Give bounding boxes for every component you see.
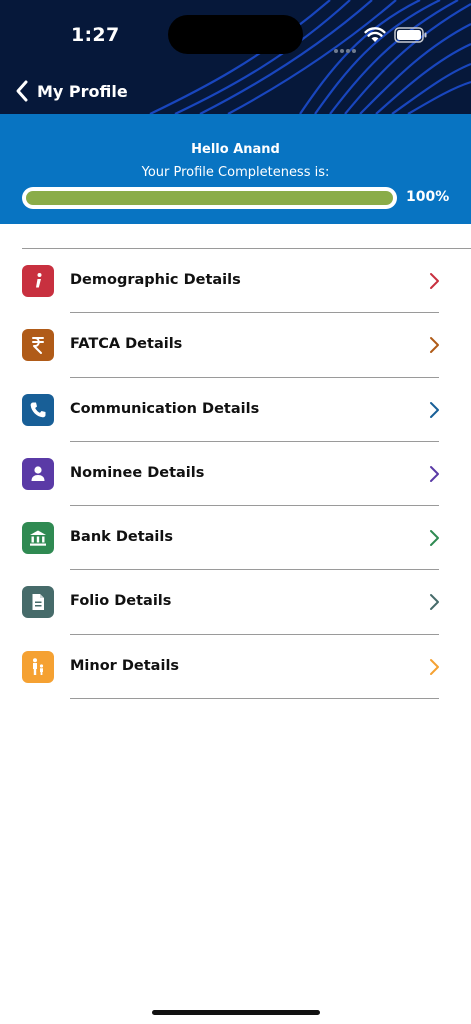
battery-icon: [394, 27, 427, 43]
chevron-right-icon: [430, 401, 439, 418]
menu-item-label: Communication Details: [70, 400, 260, 417]
profile-completeness-banner: Hello Anand Your Profile Completeness is…: [0, 114, 471, 224]
wifi-icon: [364, 27, 386, 42]
chevron-right-icon: [430, 594, 439, 611]
info-icon: [22, 265, 54, 297]
completeness-caption: Your Profile Completeness is:: [141, 165, 330, 180]
completeness-progress-fill: [26, 191, 393, 205]
cellular-signal-icon: [334, 38, 358, 53]
chevron-left-icon: [16, 80, 28, 102]
profile-section-list: Demographic Details FATCA Details Communic…: [0, 249, 471, 700]
person-icon: [22, 457, 54, 490]
parent-child-icon: [22, 650, 54, 683]
menu-item-label: Bank Details: [70, 529, 174, 546]
menu-item-label: Demographic Details: [70, 272, 241, 288]
document-icon: [22, 586, 54, 619]
menu-item-label: Minor Details: [70, 657, 180, 674]
chevron-right-icon: [430, 658, 439, 675]
chevron-right-icon: [430, 465, 439, 482]
dynamic-island: [168, 15, 303, 54]
menu-item-bank-details[interactable]: Bank Details: [0, 506, 471, 571]
status-time: 1:27: [71, 24, 120, 46]
home-indicator: [152, 1010, 320, 1015]
menu-item-label: Nominee Details: [70, 464, 205, 481]
bank-icon: [22, 522, 54, 555]
chevron-right-icon: [430, 273, 439, 289]
greeting-text: Hello Anand: [191, 142, 280, 157]
menu-item-folio-details[interactable]: Folio Details: [0, 570, 471, 635]
row-divider: [70, 698, 439, 700]
rupee-icon: [22, 329, 54, 362]
menu-item-label: Folio Details: [70, 593, 172, 610]
chevron-right-icon: [430, 530, 439, 547]
menu-item-minor-details[interactable]: Minor Details: [0, 635, 471, 700]
chevron-right-icon: [430, 337, 439, 354]
app-header: 1:27 My Profile: [0, 0, 471, 114]
menu-item-communication-details[interactable]: Communication Details: [0, 378, 471, 442]
menu-item-demographic-details[interactable]: Demographic Details: [0, 249, 471, 314]
back-button[interactable]: My Profile: [14, 78, 128, 104]
page-title: My Profile: [37, 81, 128, 101]
phone-icon: [22, 393, 54, 426]
completeness-percent: 100%: [406, 189, 450, 205]
menu-item-label: FATCA Details: [70, 336, 183, 353]
menu-item-nominee-details[interactable]: Nominee Details: [0, 442, 471, 507]
completeness-progress-bar: [22, 187, 397, 209]
menu-item-fatca-details[interactable]: FATCA Details: [0, 313, 471, 378]
